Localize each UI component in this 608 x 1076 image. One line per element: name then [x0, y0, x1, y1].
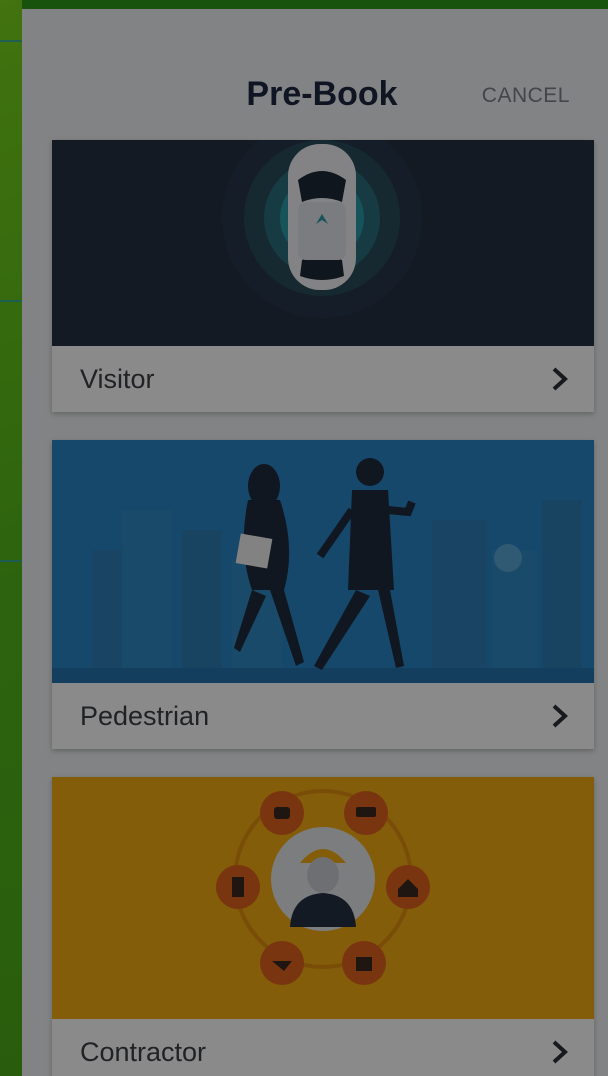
chevron-right-icon [552, 704, 568, 728]
pedestrian-card[interactable]: Pedestrian [52, 440, 594, 749]
chevron-right-icon [552, 1040, 568, 1064]
couple-walking-city-illustration [52, 440, 594, 683]
car-top-view-illustration [52, 140, 594, 346]
worker-tools-ring-illustration [52, 777, 594, 1019]
card-label: Contractor [80, 1036, 207, 1067]
background-stripe [0, 300, 22, 302]
cancel-button[interactable]: CANCEL [482, 84, 570, 108]
background-stripe [0, 40, 22, 42]
car-icon [288, 144, 356, 290]
car-illustration-svg [222, 140, 422, 318]
man-figure [314, 458, 416, 670]
chevron-right-icon [552, 367, 568, 391]
contractor-card-footer: Contractor [52, 1019, 594, 1076]
contractor-illustration-svg [216, 789, 430, 985]
visitor-card-footer: Visitor [52, 346, 594, 412]
page-title: Pre-Book [246, 75, 398, 113]
prebook-sheet: Pre-Book CANCEL Visitor Pedestrian Contr… [22, 9, 608, 1076]
card-label: Pedestrian [80, 700, 210, 731]
background-stripe [0, 560, 22, 562]
header: Pre-Book CANCEL [22, 9, 608, 139]
status-bar-strip [22, 0, 608, 9]
card-label: Visitor [80, 363, 155, 394]
pedestrian-illustration-svg [52, 458, 594, 683]
contractor-card[interactable]: Contractor [52, 777, 594, 1076]
visitor-card[interactable]: Visitor [52, 140, 594, 412]
pedestrian-card-footer: Pedestrian [52, 683, 594, 749]
